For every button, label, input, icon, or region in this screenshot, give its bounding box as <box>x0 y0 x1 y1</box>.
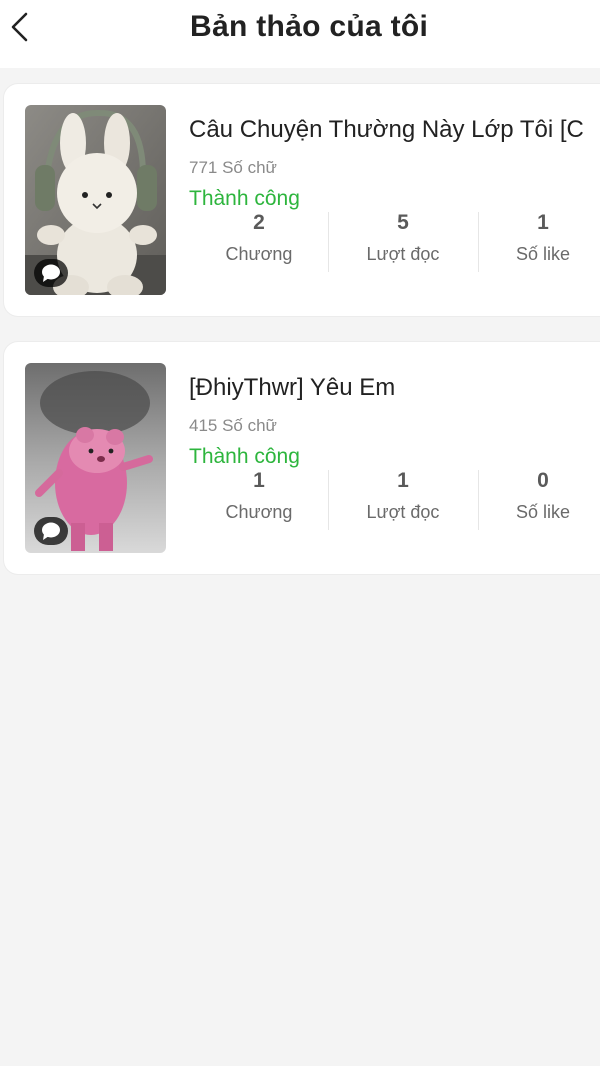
stat-label: Chương <box>225 502 293 522</box>
stat-label: Số like <box>515 502 571 522</box>
status-label: Thành công <box>189 187 300 210</box>
cover-image <box>25 363 166 553</box>
story-title: [ĐhiyThwr] Yêu Em <box>189 374 396 401</box>
word-count: 415 Số chữ <box>189 416 277 435</box>
stat-label: Lượt đọc <box>366 502 440 522</box>
stat-likes: 0 Số like <box>478 468 600 530</box>
word-count: 771 Số chữ <box>189 158 277 177</box>
stat-value: 2 <box>253 211 265 234</box>
stat-chapters: 2 Chương <box>194 210 324 272</box>
top-bar: Bản thảo của tôi <box>0 0 600 68</box>
draft-card[interactable]: Câu Chuyện Thường Này Lớp Tôi [C 771 Số … <box>4 84 600 316</box>
stat-label: Chương <box>225 244 293 264</box>
chat-bubble-icon <box>42 264 60 282</box>
status-label: Thành công <box>189 445 300 468</box>
stat-likes: 1 Số like <box>478 210 600 272</box>
draft-card[interactable]: [ĐhiyThwr] Yêu Em 415 Số chữ Thành công … <box>4 342 600 574</box>
story-title: Câu Chuyện Thường Này Lớp Tôi [C <box>189 116 584 143</box>
page-title: Bản thảo của tôi <box>190 10 429 43</box>
stat-label: Số like <box>515 244 571 264</box>
stat-value: 5 <box>397 211 409 234</box>
stat-value: 0 <box>537 469 549 492</box>
stat-value: 1 <box>253 469 265 492</box>
chat-bubble-icon <box>42 522 60 540</box>
stat-reads: 5 Lượt đọc <box>328 210 478 272</box>
stat-label: Lượt đọc <box>366 244 440 264</box>
stat-chapters: 1 Chương <box>194 468 324 530</box>
comment-badge <box>34 259 68 287</box>
cover-image <box>25 105 166 295</box>
stat-reads: 1 Lượt đọc <box>328 468 478 530</box>
stat-value: 1 <box>397 469 409 492</box>
comment-badge <box>34 517 68 545</box>
stat-value: 1 <box>537 211 549 234</box>
